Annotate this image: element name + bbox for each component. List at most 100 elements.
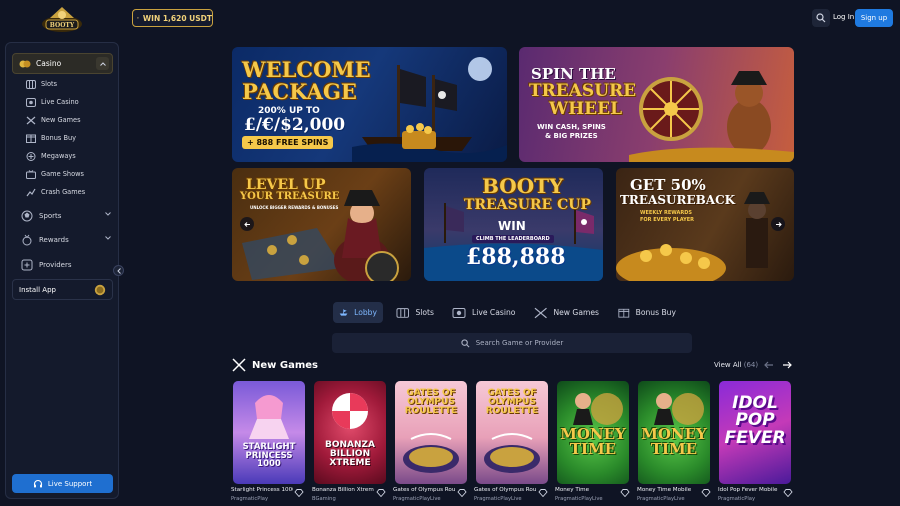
install-app-button[interactable]: Install App bbox=[12, 279, 113, 300]
banner-treasureback[interactable]: GET 50% TREASUREBACK WEEKLY REWARDS FOR … bbox=[616, 168, 794, 281]
game-card-gates-of-olympus-roulette-1[interactable]: GATES OF OLYMPUS ROULETTE bbox=[395, 381, 467, 484]
sidebar-item-providers[interactable]: Providers bbox=[21, 257, 111, 273]
collapse-casino-button[interactable] bbox=[96, 57, 109, 70]
diamond-icon[interactable] bbox=[376, 489, 386, 497]
live-casino-icon bbox=[26, 97, 36, 107]
search-button[interactable] bbox=[812, 9, 830, 27]
signup-button[interactable]: Sign up bbox=[855, 9, 893, 27]
game-card-gates-of-olympus-roulette-2[interactable]: GATES OF OLYMPUS ROULETTE bbox=[476, 381, 548, 484]
banner-treasure-cup[interactable]: BOOTY TREASURE CUP WIN CLIMB THE LEADERB… bbox=[424, 168, 603, 281]
banner-title-line2: TREASUREBACK bbox=[620, 193, 736, 207]
diamond-icon[interactable] bbox=[538, 489, 548, 497]
princess-art bbox=[249, 395, 289, 439]
arrow-right-icon bbox=[783, 361, 792, 369]
sidebar-item-slots[interactable]: Slots bbox=[26, 77, 57, 91]
game-provider: PragmaticPlayLive bbox=[555, 496, 603, 502]
game-provider: BGaming bbox=[312, 496, 336, 502]
banner-title-line1: GET 50% bbox=[630, 176, 706, 194]
treasure-wheel-illustration bbox=[629, 71, 794, 162]
banner-title-line2: PACKAGE bbox=[242, 79, 357, 104]
tab-label: Bonus Buy bbox=[635, 308, 676, 317]
bonus-buy-icon bbox=[26, 134, 36, 143]
view-all-link[interactable]: View All (64) bbox=[714, 361, 758, 369]
tab-bonus-buy[interactable]: Bonus Buy bbox=[612, 302, 682, 323]
tab-live-casino[interactable]: Live Casino bbox=[446, 302, 522, 323]
banner-title-line1: SPIN THE bbox=[531, 65, 616, 83]
banner-treasure-wheel[interactable]: SPIN THE TREASURE WHEEL WIN CASH, SPINS … bbox=[519, 47, 794, 162]
game-name: Starlight Princess 1000 bbox=[231, 487, 293, 493]
banner-level-up[interactable]: LEVEL UP YOUR TREASURE UNLOCK BIGGER REW… bbox=[232, 168, 411, 281]
bonus-buy-icon bbox=[618, 308, 630, 318]
diamond-icon[interactable] bbox=[701, 489, 711, 497]
coin-icon bbox=[94, 284, 106, 296]
game-name: Bonanza Billion Xtreme bbox=[312, 487, 374, 493]
host-art bbox=[573, 393, 623, 425]
pirate-ship-icon bbox=[339, 309, 348, 316]
sidebar-item-rewards[interactable]: Rewards bbox=[21, 232, 111, 248]
game-card-bonanza-billion[interactable]: BONANZA BILLION XTREME bbox=[314, 381, 386, 484]
sidebar-item-label: New Games bbox=[41, 116, 81, 124]
games-prev-button[interactable] bbox=[762, 358, 776, 372]
tab-label: Live Casino bbox=[472, 308, 516, 317]
game-name: Gates of Olympus Rou... bbox=[474, 487, 536, 493]
host-art bbox=[654, 393, 704, 425]
banner-prev-button[interactable] bbox=[240, 217, 254, 231]
game-card-starlight-princess[interactable]: STARLIGHT PRINCESS 1000 bbox=[233, 381, 305, 484]
sidebar-item-new-games[interactable]: New Games bbox=[26, 113, 81, 127]
sidebar-item-game-shows[interactable]: Game Shows bbox=[26, 167, 84, 181]
sidebar-item-live-casino[interactable]: Live Casino bbox=[26, 95, 79, 109]
rewards-medal-icon bbox=[22, 234, 32, 246]
live-casino-icon bbox=[452, 308, 466, 318]
megaways-icon bbox=[26, 151, 36, 161]
slot-machine-icon bbox=[26, 79, 36, 89]
live-support-label: Live Support bbox=[47, 479, 93, 488]
view-all-count: (64) bbox=[743, 361, 759, 369]
banner-subtitle-line2: FOR EVERY PLAYER bbox=[640, 217, 695, 223]
win-ticker-badge[interactable]: WIN 1,620 USDT bbox=[132, 9, 213, 27]
game-provider: PragmaticPlay bbox=[718, 496, 756, 502]
banner-subtitle-line1: WIN CASH, SPINS bbox=[537, 123, 606, 131]
sidebar-item-crash-games[interactable]: Crash Games bbox=[26, 185, 85, 199]
game-name: Money Time bbox=[555, 487, 590, 493]
game-search-input[interactable]: Search Game or Provider bbox=[332, 333, 692, 353]
diamond-icon[interactable] bbox=[294, 489, 304, 497]
banner-welcome-package[interactable]: WELCOME PACKAGE 200% UP TO £/€/$2,000 + … bbox=[232, 47, 507, 162]
tab-slots[interactable]: Slots bbox=[390, 302, 440, 323]
game-card-idol-pop-fever[interactable]: IDOL POP FEVER bbox=[719, 381, 791, 484]
collapse-sidebar-button[interactable] bbox=[113, 265, 124, 276]
sidebar-item-megaways[interactable]: Megaways bbox=[26, 149, 76, 163]
casino-chips-icon bbox=[19, 60, 31, 67]
game-provider: PragmaticPlayLive bbox=[637, 496, 685, 502]
svg-text:BOOTY: BOOTY bbox=[50, 22, 75, 29]
pirate-ship-illustration bbox=[352, 57, 507, 162]
diamond-icon[interactable] bbox=[783, 489, 793, 497]
roulette-art bbox=[403, 433, 459, 473]
banner-title-line2: TREASURE CUP bbox=[464, 197, 591, 213]
live-support-button[interactable]: Live Support bbox=[12, 474, 113, 493]
sidebar-item-label: Game Shows bbox=[41, 170, 84, 178]
sidebar-item-casino[interactable]: Casino bbox=[12, 53, 113, 74]
section-title: New Games bbox=[252, 359, 318, 371]
sidebar-item-label: Slots bbox=[41, 80, 58, 88]
tab-new-games[interactable]: New Games bbox=[528, 302, 605, 323]
banner-next-button[interactable] bbox=[771, 217, 785, 231]
game-name: Gates of Olympus Rou... bbox=[393, 487, 455, 493]
sidebar-item-bonus-buy[interactable]: Bonus Buy bbox=[26, 131, 76, 145]
candy-art bbox=[332, 393, 368, 429]
banner-subtitle-line2: & BIG PRIZES bbox=[545, 132, 598, 140]
sidebar-item-label: Megaways bbox=[41, 152, 76, 160]
booty-casino-logo[interactable]: BOOTY bbox=[40, 4, 84, 34]
diamond-icon[interactable] bbox=[620, 489, 630, 497]
games-next-button[interactable] bbox=[780, 358, 794, 372]
sidebar-item-sports[interactable]: Sports bbox=[21, 208, 111, 224]
tab-lobby[interactable]: Lobby bbox=[333, 302, 383, 323]
game-card-money-time-mobile[interactable]: MONEY TIME bbox=[638, 381, 710, 484]
banner-title-line1: LEVEL UP bbox=[246, 177, 326, 193]
game-art-title: MONEY TIME bbox=[560, 425, 626, 459]
diamond-icon[interactable] bbox=[457, 489, 467, 497]
providers-icon bbox=[21, 259, 33, 271]
game-card-money-time[interactable]: MONEY TIME bbox=[557, 381, 629, 484]
game-provider: PragmaticPlay bbox=[231, 496, 269, 502]
login-link[interactable]: Log In bbox=[833, 13, 854, 21]
view-all-label: View All bbox=[714, 361, 742, 369]
